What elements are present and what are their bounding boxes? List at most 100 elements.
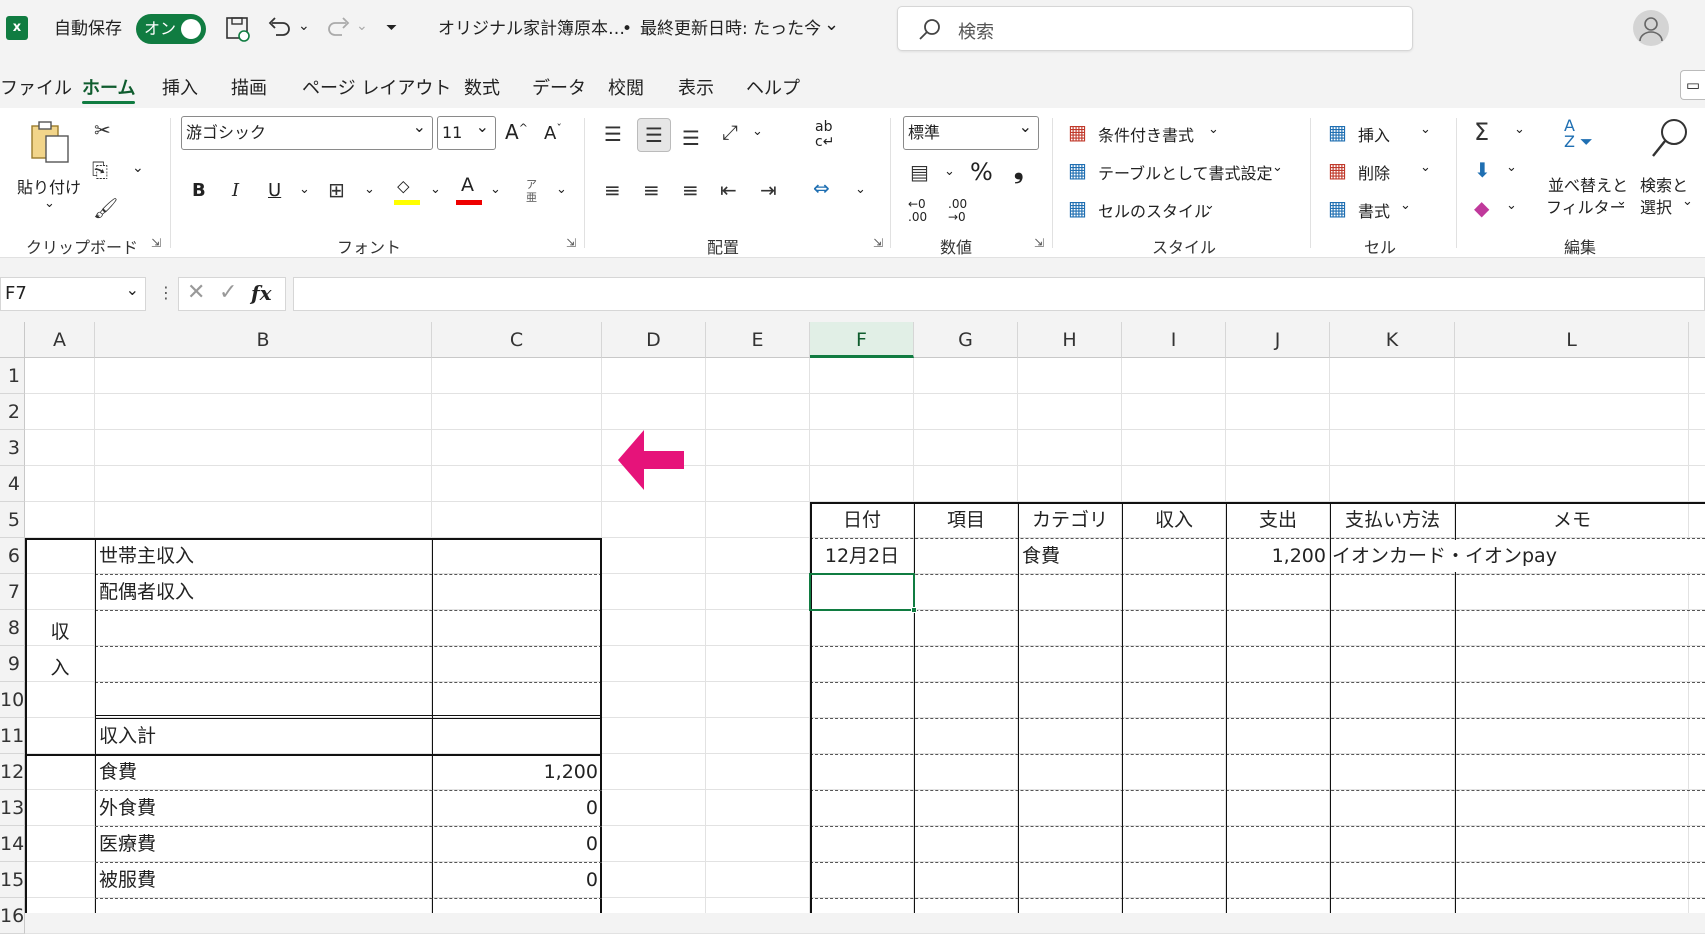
merge-center-icon[interactable]: ⇔ [813,176,830,200]
row-header-15[interactable]: 15 [0,862,25,898]
column-header-g[interactable]: G [914,322,1018,358]
align-left-icon[interactable]: ≡ [604,178,621,202]
autosum-dropdown-icon[interactable]: ⌄ [1514,122,1525,137]
clear-dropdown-icon[interactable]: ⌄ [1506,198,1517,213]
column-header-a[interactable]: A [25,322,95,358]
font-size-select[interactable]: 11 [437,111,496,150]
cell-styles-dropdown-icon[interactable]: ⌄ [1204,198,1215,213]
orientation-dropdown-icon[interactable]: ⌄ [752,124,763,139]
select-all-corner[interactable] [0,322,25,358]
column-header-c[interactable]: C [432,322,602,358]
format-as-table-icon[interactable]: ▦ [1068,158,1087,182]
find-select-icon[interactable] [1650,116,1690,162]
formula-input[interactable] [293,277,1705,311]
column-header-b[interactable]: B [95,322,432,358]
bold-button[interactable]: B [192,180,206,201]
find-select-label-1[interactable]: 検索と [1640,172,1688,196]
row-header-2[interactable]: 2 [0,394,25,430]
increase-indent-icon[interactable]: ⇥ [760,178,777,202]
tab-help[interactable]: ヘルプ [746,74,800,100]
font-color-icon[interactable]: A [456,174,482,206]
tab-page-layout[interactable]: ページ レイアウト [302,74,451,100]
comments-icon[interactable]: ▭ [1680,70,1705,100]
cell-styles-icon[interactable]: ▦ [1068,196,1087,220]
undo-icon[interactable] [266,15,294,41]
selected-cell[interactable] [809,573,915,611]
tab-file[interactable]: ファイル [0,74,72,100]
formula-bar-grip-icon[interactable]: ⋮ [158,283,174,302]
phonetic-dropdown-icon[interactable]: ⌄ [556,182,567,197]
search-box[interactable]: 検索 [897,6,1413,51]
name-box-dropdown-icon[interactable]: ⌄ [126,274,139,306]
title-chevron-down-icon[interactable]: ⌄ [824,15,839,35]
insert-cells-icon[interactable]: ▦ [1328,120,1347,144]
cut-icon[interactable]: ✂ [94,118,111,142]
alignment-launcher-icon[interactable]: ⇲ [873,236,883,250]
save-status[interactable]: 最終更新日時: たった今 [640,19,821,39]
font-color-dropdown-icon[interactable]: ⌄ [490,182,501,197]
row-header-4[interactable]: 4 [0,466,25,502]
decrease-decimal-icon[interactable]: .00 →0 [948,198,967,224]
copy-icon[interactable]: ⎘ [92,158,108,182]
row-header-16[interactable]: 16 [0,898,25,934]
document-title[interactable]: オリジナル家計簿原本… [438,19,625,39]
underline-button[interactable]: U [268,180,281,201]
fill-handle[interactable] [911,607,917,613]
clear-icon[interactable]: ◆ [1474,196,1489,220]
fill-color-dropdown-icon[interactable]: ⌄ [430,182,441,197]
name-box[interactable]: F7 ⌄ [0,277,146,311]
increase-decimal-icon[interactable]: ←0.00 [908,198,927,224]
row-header-10[interactable]: 10 [0,682,25,718]
delete-cells-dropdown-icon[interactable]: ⌄ [1420,160,1431,175]
column-header-e[interactable]: E [706,322,810,358]
number-format-select[interactable]: 標準 [903,111,1039,150]
align-top-icon[interactable]: ☰ [604,122,622,146]
tab-review[interactable]: 校閲 [608,74,644,100]
tab-draw[interactable]: 描画 [231,74,267,100]
undo-dropdown-icon[interactable]: ⌄ [298,16,310,36]
find-select-dropdown-icon[interactable]: ⌄ [1682,194,1693,209]
fill-dropdown-icon[interactable]: ⌄ [1506,160,1517,175]
sort-filter-icon[interactable]: AZ ⏷ [1564,118,1593,150]
format-cells-button[interactable]: 書式 [1358,198,1390,222]
sort-filter-dropdown-icon[interactable]: ⌄ [1616,194,1627,209]
format-cells-icon[interactable]: ▦ [1328,196,1347,220]
clipboard-launcher-icon[interactable]: ⇲ [151,236,161,250]
comma-style-button[interactable]: ❟ [1014,156,1023,184]
row-header-9[interactable]: 9 [0,646,25,682]
column-header-f[interactable]: F [810,322,914,358]
row-header-3[interactable]: 3 [0,430,25,466]
tab-data[interactable]: データ [532,74,586,100]
row-header-14[interactable]: 14 [0,826,25,862]
wrap-text-icon[interactable]: ab c↵ [815,120,834,150]
merge-dropdown-icon[interactable]: ⌄ [855,182,866,197]
tab-home[interactable]: ホーム [82,74,136,104]
percent-style-button[interactable]: % [970,158,993,186]
increase-font-icon[interactable]: A^ [505,120,528,144]
row-header-5[interactable]: 5 [0,502,25,538]
row-header-1[interactable]: 1 [0,358,25,394]
redo-icon[interactable] [324,15,352,41]
tab-insert[interactable]: 挿入 [162,74,198,100]
row-header-11[interactable]: 11 [0,718,25,754]
align-bottom-icon[interactable]: ☰ [682,126,700,150]
paste-dropdown-icon[interactable]: ⌄ [44,196,55,211]
row-header-6[interactable]: 6 [0,538,25,574]
format-cells-dropdown-icon[interactable]: ⌄ [1400,198,1411,213]
column-header-k[interactable]: K [1330,322,1455,358]
format-as-table-dropdown-icon[interactable]: ⌄ [1272,160,1283,175]
accounting-dropdown-icon[interactable]: ⌄ [944,164,955,179]
insert-cells-button[interactable]: 挿入 [1358,122,1390,146]
column-header-l[interactable]: L [1455,322,1689,358]
borders-dropdown-icon[interactable]: ⌄ [364,182,375,197]
fill-icon[interactable]: ⬇ [1474,158,1491,182]
autosum-icon[interactable]: Σ [1474,118,1489,146]
sort-filter-label-1[interactable]: 並べ替えと [1548,172,1628,196]
cell-styles-button[interactable]: セルのスタイル [1098,198,1210,222]
column-header-h[interactable]: H [1018,322,1122,358]
autosave-toggle[interactable]: オン [136,14,206,44]
row-header-7[interactable]: 7 [0,574,25,610]
user-avatar[interactable] [1633,10,1669,46]
insert-cells-dropdown-icon[interactable]: ⌄ [1420,122,1431,137]
paste-label[interactable]: 貼り付け [17,174,81,198]
